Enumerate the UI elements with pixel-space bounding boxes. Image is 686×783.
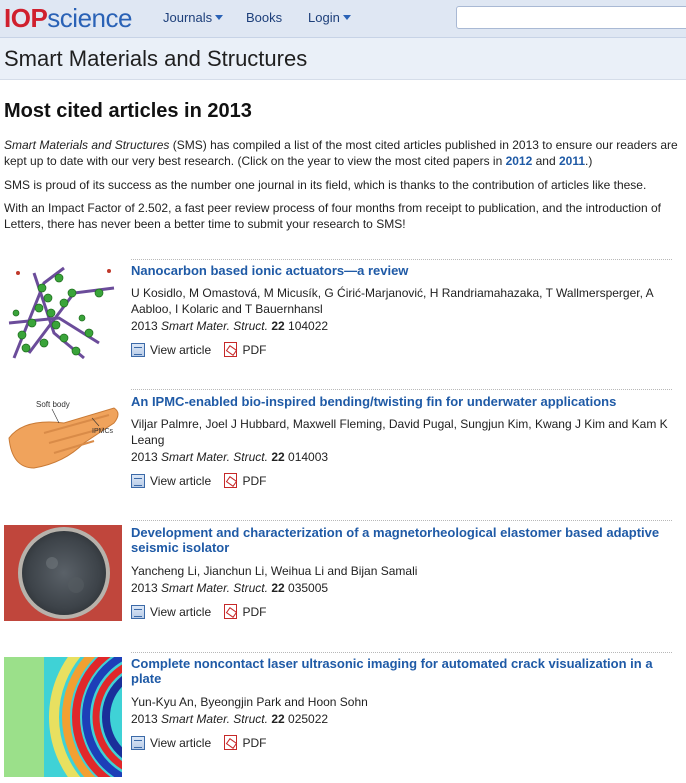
article-thumbnail[interactable]	[4, 657, 122, 777]
citation-journal: Smart Mater. Struct.	[161, 319, 268, 333]
citation-number: 025022	[288, 712, 329, 726]
pdf-button[interactable]: PDF	[224, 342, 266, 357]
article-icon	[131, 474, 145, 488]
article-thumbnail[interactable]: Soft body IPMCs	[4, 393, 122, 493]
article-links: View article PDF	[131, 342, 276, 360]
pdf-button[interactable]: PDF	[224, 473, 266, 488]
citation-journal: Smart Mater. Struct.	[161, 581, 268, 595]
search-input[interactable]	[456, 6, 686, 29]
view-article-label: View article	[150, 343, 212, 357]
thumb-ipmcs-label: IPMCs	[92, 428, 114, 435]
article-divider	[131, 520, 672, 521]
elastomer-photo	[4, 525, 122, 621]
article-title-link[interactable]: An IPMC-enabled bio-inspired bending/twi…	[131, 394, 679, 409]
article-citation: 2013 Smart Mater. Struct. 22 035005	[131, 581, 328, 595]
thumb-soft-body-label: Soft body	[36, 400, 70, 409]
pdf-label: PDF	[242, 473, 267, 488]
citation-volume: 22	[271, 450, 285, 464]
article-thumbnail[interactable]	[4, 263, 122, 363]
article-title-link[interactable]: Complete noncontact laser ultrasonic ima…	[131, 656, 679, 686]
article-icon	[131, 605, 145, 619]
view-article-button[interactable]: View article	[131, 605, 211, 619]
citation-volume: 22	[271, 581, 285, 595]
article-icon	[131, 343, 145, 357]
intro-end: .)	[585, 154, 593, 168]
intro-journal-name: Smart Materials and Structures	[4, 138, 170, 152]
article-citation: 2013 Smart Mater. Struct. 22 014003	[131, 450, 328, 464]
view-article-label: View article	[150, 474, 212, 488]
nav-books-link[interactable]: Books	[246, 10, 282, 25]
pdf-icon	[224, 473, 238, 488]
pdf-button[interactable]: PDF	[224, 604, 266, 619]
intro-paragraph-3: With an Impact Factor of 2.502, a fast p…	[4, 201, 661, 231]
view-article-button[interactable]: View article	[131, 736, 211, 750]
article-citation: 2013 Smart Mater. Struct. 22 025022	[131, 712, 328, 726]
logo-science-text: science	[47, 3, 132, 33]
article-title-link[interactable]: Nanocarbon based ionic actuators—a revie…	[131, 263, 679, 278]
pdf-icon	[224, 342, 238, 357]
nanocarbon-illustration	[4, 263, 122, 363]
citation-year: 2013	[131, 319, 158, 333]
article-citation: 2013 Smart Mater. Struct. 22 104022	[131, 319, 328, 333]
logo-iop-text: IOP	[4, 3, 48, 33]
top-nav-bar: IOPscience Journals Books Login	[0, 0, 686, 38]
chevron-down-icon	[215, 15, 224, 20]
view-article-label: View article	[150, 736, 212, 750]
ipmc-fin-illustration: Soft body IPMCs	[4, 393, 122, 493]
intro-paragraph-1: Smart Materials and Structures (SMS) has…	[4, 137, 680, 169]
ultrasonic-wavefield-image	[4, 657, 122, 777]
citation-number: 104022	[288, 319, 329, 333]
view-article-button[interactable]: View article	[131, 474, 211, 488]
intro-paragraph-2: SMS is proud of its success as the numbe…	[4, 178, 647, 192]
citation-year: 2013	[131, 450, 158, 464]
nav-journals-menu[interactable]: Journals	[163, 10, 224, 25]
article-icon	[131, 736, 145, 750]
nav-login-label: Login	[308, 10, 340, 25]
citation-number: 035005	[288, 581, 329, 595]
nav-journals-label: Journals	[163, 10, 213, 25]
year-2012-link[interactable]: 2012	[506, 154, 533, 168]
citation-volume: 22	[271, 712, 285, 726]
page-title: Most cited articles in 2013	[4, 100, 252, 122]
article-thumbnail[interactable]	[4, 525, 122, 621]
article-authors: Viljar Palmre, Joel J Hubbard, Maxwell F…	[131, 417, 668, 447]
article-authors: U Kosidlo, M Omastová, M Micusík, G Ćiri…	[131, 286, 653, 316]
article-divider	[131, 389, 672, 390]
article-authors: Yancheng Li, Jianchun Li, Weihua Li and …	[131, 564, 418, 578]
citation-year: 2013	[131, 581, 158, 595]
pdf-button[interactable]: PDF	[224, 735, 266, 750]
citation-year: 2013	[131, 712, 158, 726]
citation-journal: Smart Mater. Struct.	[161, 450, 268, 464]
article-divider	[131, 652, 672, 653]
view-article-label: View article	[150, 605, 212, 619]
nav-books-label: Books	[246, 10, 283, 25]
pdf-label: PDF	[242, 342, 267, 357]
pdf-icon	[224, 735, 238, 750]
chevron-down-icon	[342, 15, 351, 20]
article-authors: Yun-Kyu An, Byeongjin Park and Hoon Sohn	[131, 695, 368, 709]
article-links: View article PDF	[131, 473, 276, 491]
citation-journal: Smart Mater. Struct.	[161, 712, 268, 726]
year-2011-link[interactable]: 2011	[559, 154, 585, 168]
intro-and: and	[532, 154, 559, 168]
pdf-icon	[224, 604, 238, 619]
article-divider	[131, 259, 672, 260]
iopscience-logo[interactable]: IOPscience	[4, 3, 132, 34]
article-links: View article PDF	[131, 735, 276, 753]
article-title-link[interactable]: Development and characterization of a ma…	[131, 525, 679, 555]
nav-login-menu[interactable]: Login	[308, 10, 351, 25]
citation-volume: 22	[271, 319, 285, 333]
view-article-button[interactable]: View article	[131, 343, 211, 357]
article-links: View article PDF	[131, 604, 276, 622]
journal-header: Smart Materials and Structures	[0, 38, 686, 80]
journal-title[interactable]: Smart Materials and Structures	[4, 46, 307, 72]
pdf-label: PDF	[242, 604, 267, 619]
pdf-label: PDF	[242, 735, 267, 750]
citation-number: 014003	[288, 450, 329, 464]
